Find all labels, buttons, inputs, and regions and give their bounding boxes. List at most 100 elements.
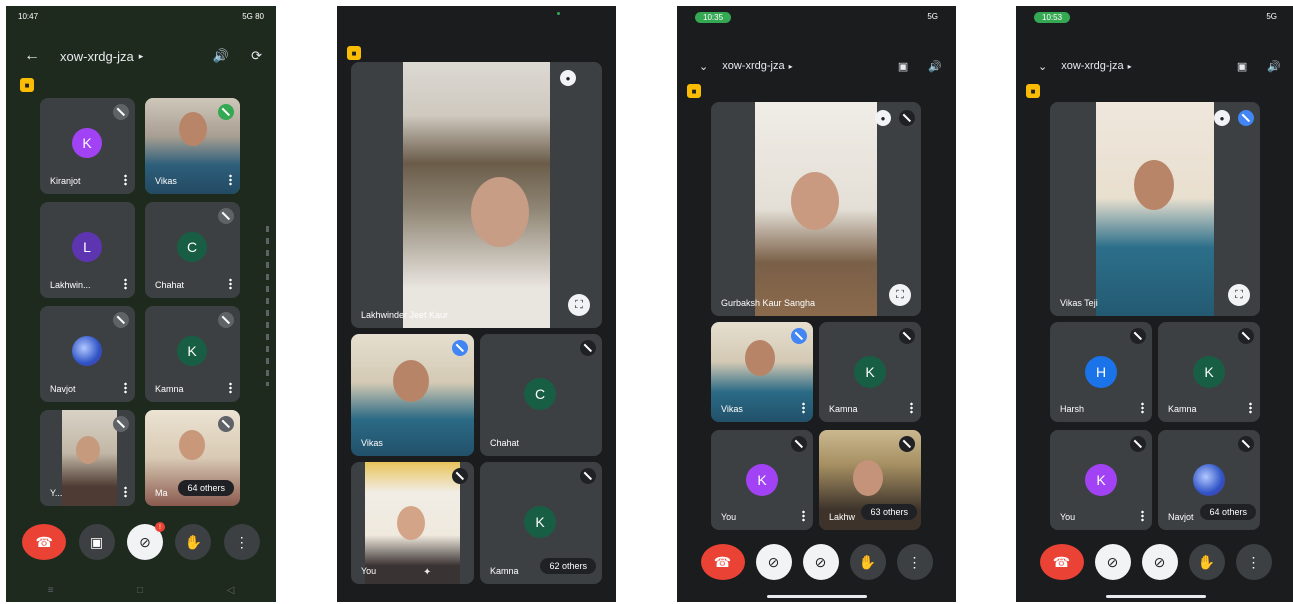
mic-off-icon (218, 208, 234, 224)
end-call-button[interactable]: ☎ (22, 524, 67, 560)
end-call-button[interactable]: ☎ (1039, 544, 1084, 580)
mic-off-icon: ⊘ (814, 553, 827, 570)
participant-tile-speaking[interactable]: Vikas (145, 98, 240, 194)
video-toggle-button[interactable]: ⊘ (1094, 544, 1131, 580)
fullscreen-button[interactable]: ⛶ (889, 284, 911, 306)
raise-hand-button[interactable]: ✋ (849, 544, 886, 580)
raise-hand-button[interactable]: ✋ (1188, 544, 1225, 580)
participant-tile[interactable]: K Kamna (145, 306, 240, 402)
main-speaker-tile[interactable]: ● ⛶ Lakhwinder Jeet Kaur (351, 62, 602, 328)
more-vert-icon[interactable] (124, 486, 127, 498)
self-tile[interactable]: K You (711, 430, 813, 530)
more-vert-icon[interactable] (1141, 510, 1144, 522)
participant-tile[interactable]: C Chahat (480, 334, 602, 456)
meeting-info-icon[interactable]: ■ (1026, 84, 1040, 98)
participant-tile[interactable]: K Kamna (1158, 322, 1260, 422)
more-vert-icon[interactable] (802, 510, 805, 522)
pin-icon[interactable]: ● (1214, 110, 1230, 126)
self-tile[interactable]: K You (1050, 430, 1152, 530)
raise-hand-icon: ✋ (858, 553, 877, 570)
others-count-badge[interactable]: 63 others (861, 504, 917, 520)
fullscreen-button[interactable]: ⛶ (568, 294, 590, 316)
pin-icon[interactable]: ● (875, 110, 891, 126)
mic-off-icon (113, 312, 129, 328)
scroll-indicator[interactable] (266, 226, 269, 386)
speaker-icon[interactable]: 🔊 (1267, 60, 1281, 73)
menu-nav-icon[interactable]: ≡ (48, 585, 54, 596)
back-icon[interactable]: ← (24, 47, 40, 65)
chevron-down-icon[interactable]: ⌄ (1038, 60, 1047, 73)
mic-toggle-button[interactable]: ⊘! (126, 522, 165, 560)
more-vert-icon[interactable] (124, 382, 127, 394)
top-bar: ⌄ xow-xrdg-jza ▸ ▣ 🔊 (677, 56, 956, 76)
participant-tile[interactable]: Vikas (711, 322, 813, 422)
participant-tile[interactable]: K Kiranjot (40, 98, 135, 194)
back-nav-icon[interactable]: ◁ (227, 585, 235, 596)
mic-toggle-button[interactable]: ⊘ (802, 544, 839, 580)
fullscreen-button[interactable]: ⛶ (1228, 284, 1250, 306)
meeting-info-icon[interactable]: ■ (347, 46, 361, 60)
participant-tile[interactable]: K Kamna (819, 322, 921, 422)
mic-off-icon (1238, 436, 1254, 452)
participant-tile[interactable]: H Harsh (1050, 322, 1152, 422)
more-vert-icon[interactable] (229, 174, 232, 186)
self-tile[interactable]: You ✦ (351, 462, 474, 584)
raise-hand-button[interactable]: ✋ (175, 524, 212, 560)
speaker-icon[interactable]: 🔊 (213, 48, 229, 64)
main-speaker-tile[interactable]: ● ⛶ Vikas Teji (1050, 102, 1260, 316)
more-options-button[interactable]: ⋮ (896, 544, 933, 580)
pin-icon[interactable]: ● (560, 70, 576, 86)
status-right: 5G (927, 12, 938, 21)
participant-tile[interactable]: Y... (40, 410, 135, 506)
meeting-info-icon[interactable]: ■ (20, 78, 34, 92)
camera-flip-icon[interactable]: ⟳ (251, 48, 262, 64)
others-count-badge[interactable]: 62 others (540, 558, 596, 574)
participant-tile[interactable]: L Lakhwin... (40, 202, 135, 298)
more-vert-icon[interactable] (1249, 402, 1252, 414)
more-vert-icon[interactable] (229, 278, 232, 290)
home-indicator[interactable] (766, 595, 867, 598)
camera-flip-icon[interactable]: ▣ (898, 60, 908, 73)
others-count-badge[interactable]: 64 others (178, 480, 234, 496)
speaking-icon (218, 104, 234, 120)
participant-tile[interactable]: C Chahat (145, 202, 240, 298)
more-vert-icon[interactable] (1141, 402, 1144, 414)
participant-tile-others[interactable]: Ma 64 others (145, 410, 240, 506)
participant-tile-others[interactable]: Lakhw 63 others (819, 430, 921, 530)
mic-off-icon: ⊘ (1153, 553, 1166, 570)
video-toggle-button[interactable]: ⊘ (755, 544, 792, 580)
meeting-info-icon[interactable]: ■ (687, 84, 701, 98)
avatar: K (746, 464, 778, 496)
speaker-icon[interactable]: 🔊 (928, 60, 942, 73)
participant-name: Lakhw (829, 512, 856, 522)
status-time: 10:53 (1034, 12, 1071, 23)
more-vert-icon[interactable] (229, 382, 232, 394)
participant-name: Navjot (1168, 512, 1194, 522)
more-vert-icon[interactable] (124, 174, 127, 186)
meeting-code[interactable]: xow-xrdg-jza (722, 60, 784, 72)
participant-name: Vikas (155, 176, 177, 186)
participant-tile-others[interactable]: Navjot 64 others (1158, 430, 1260, 530)
effects-icon[interactable]: ✦ (423, 567, 431, 578)
chevron-down-icon[interactable]: ⌄ (699, 60, 708, 73)
participant-tile[interactable]: Vikas (351, 334, 474, 456)
mic-toggle-button[interactable]: ⊘ (1141, 544, 1178, 580)
participant-tile[interactable]: Navjot (40, 306, 135, 402)
home-nav-icon[interactable]: □ (137, 585, 143, 596)
main-speaker-tile[interactable]: ● ⛶ Gurbaksh Kaur Sangha (711, 102, 921, 316)
camera-flip-icon[interactable]: ▣ (1237, 60, 1247, 73)
participant-tile-others[interactable]: K Kamna 62 others (480, 462, 602, 584)
end-call-button[interactable]: ☎ (700, 544, 745, 580)
meeting-code[interactable]: xow-xrdg-jza (1061, 60, 1123, 72)
more-options-button[interactable]: ⋮ (223, 524, 260, 560)
more-vert-icon[interactable] (124, 278, 127, 290)
more-vert-icon[interactable] (802, 402, 805, 414)
video-toggle-button[interactable]: ▣ (78, 524, 115, 560)
others-count-badge[interactable]: 64 others (1200, 504, 1256, 520)
more-vert-icon[interactable] (910, 402, 913, 414)
face (853, 460, 883, 496)
meeting-code[interactable]: xow-xrdg-jza (60, 49, 134, 64)
more-options-button[interactable]: ⋮ (1235, 544, 1272, 580)
video-off-icon: ⊘ (1106, 553, 1119, 570)
home-indicator[interactable] (1105, 595, 1206, 598)
